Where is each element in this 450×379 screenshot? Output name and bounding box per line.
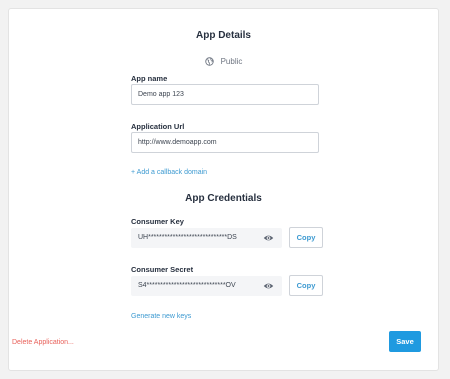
copy-consumer-secret-button[interactable]: Copy: [289, 275, 323, 296]
eye-icon[interactable]: [263, 234, 274, 242]
visibility-indicator: Public: [9, 57, 438, 66]
app-name-label: App name: [131, 74, 168, 83]
consumer-secret-label: Consumer Secret: [131, 265, 194, 274]
app-details-title: App Details: [195, 30, 251, 41]
app-credentials-title: App Credentials: [185, 193, 262, 204]
app-url-label: Application Url: [131, 122, 185, 131]
eye-icon[interactable]: [263, 282, 274, 290]
visibility-label: Public: [220, 57, 243, 66]
consumer-secret-field: S4*****************************OV: [131, 276, 282, 296]
app-settings-card: App Details Public App name Demo app 123…: [8, 8, 439, 371]
globe-icon: [204, 57, 214, 66]
generate-new-keys-link[interactable]: Generate new keys: [131, 313, 191, 320]
app-name-input[interactable]: Demo app 123: [131, 84, 319, 105]
delete-application-link[interactable]: Delete Application...: [12, 339, 74, 346]
copy-consumer-key-button[interactable]: Copy: [289, 227, 323, 248]
add-callback-domain-link[interactable]: + Add a callback domain: [131, 169, 207, 176]
app-url-input[interactable]: http://www.demoapp.com: [131, 132, 319, 153]
save-button[interactable]: Save: [389, 331, 421, 352]
consumer-key-label: Consumer Key: [131, 217, 184, 226]
consumer-key-field: UH*****************************DS: [131, 228, 282, 248]
